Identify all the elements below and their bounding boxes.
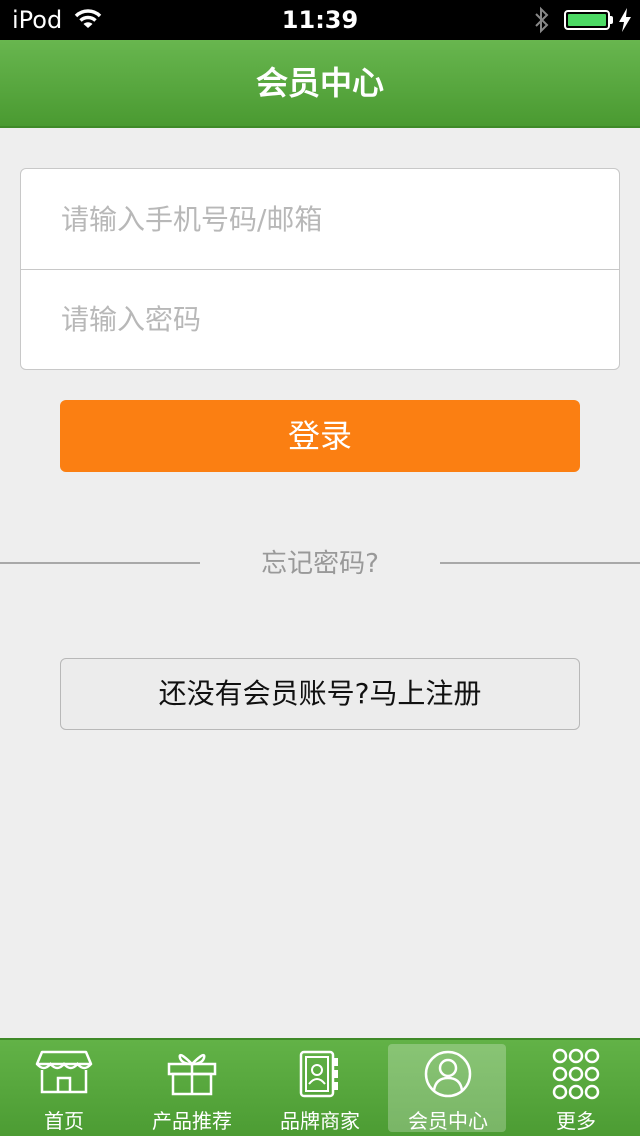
- bluetooth-icon: [534, 6, 550, 38]
- tab-label: 首页: [44, 1109, 84, 1133]
- login-form: [20, 168, 620, 370]
- tab-home[interactable]: 首页: [0, 1042, 128, 1136]
- storefront-icon: [0, 1048, 128, 1102]
- status-bar: iPod 11:39: [0, 0, 640, 40]
- divider-right: [440, 562, 640, 564]
- nav-bar: 会员中心: [0, 40, 640, 128]
- password-input[interactable]: [61, 269, 601, 369]
- forgot-password-link[interactable]: 忘记密码?: [200, 544, 440, 584]
- battery-icon: [564, 10, 610, 30]
- password-row: [21, 269, 619, 369]
- tab-member-center[interactable]: 会员中心: [384, 1042, 512, 1136]
- page-title: 会员中心: [255, 64, 384, 102]
- tab-label: 品牌商家: [280, 1109, 360, 1133]
- tab-bar: 首页 产品推荐 品牌商家 会员中心 更多: [0, 1038, 640, 1136]
- login-button[interactable]: 登录: [60, 400, 580, 472]
- tab-label: 会员中心: [408, 1109, 488, 1133]
- gift-icon: [128, 1048, 256, 1102]
- tab-more[interactable]: 更多: [512, 1042, 640, 1136]
- grid-dots-icon: [512, 1048, 640, 1102]
- battery-tip: [610, 16, 613, 24]
- tab-brands[interactable]: 品牌商家: [256, 1042, 384, 1136]
- contacts-book-icon: [256, 1048, 384, 1102]
- divider-left: [0, 562, 200, 564]
- tab-products[interactable]: 产品推荐: [128, 1042, 256, 1136]
- tab-label: 产品推荐: [152, 1109, 232, 1133]
- username-input[interactable]: [61, 169, 601, 269]
- charging-icon: [618, 8, 632, 36]
- register-button[interactable]: 还没有会员账号?马上注册: [60, 658, 580, 730]
- tab-label: 更多: [556, 1109, 596, 1133]
- user-icon: [384, 1048, 512, 1102]
- username-row: [21, 169, 619, 270]
